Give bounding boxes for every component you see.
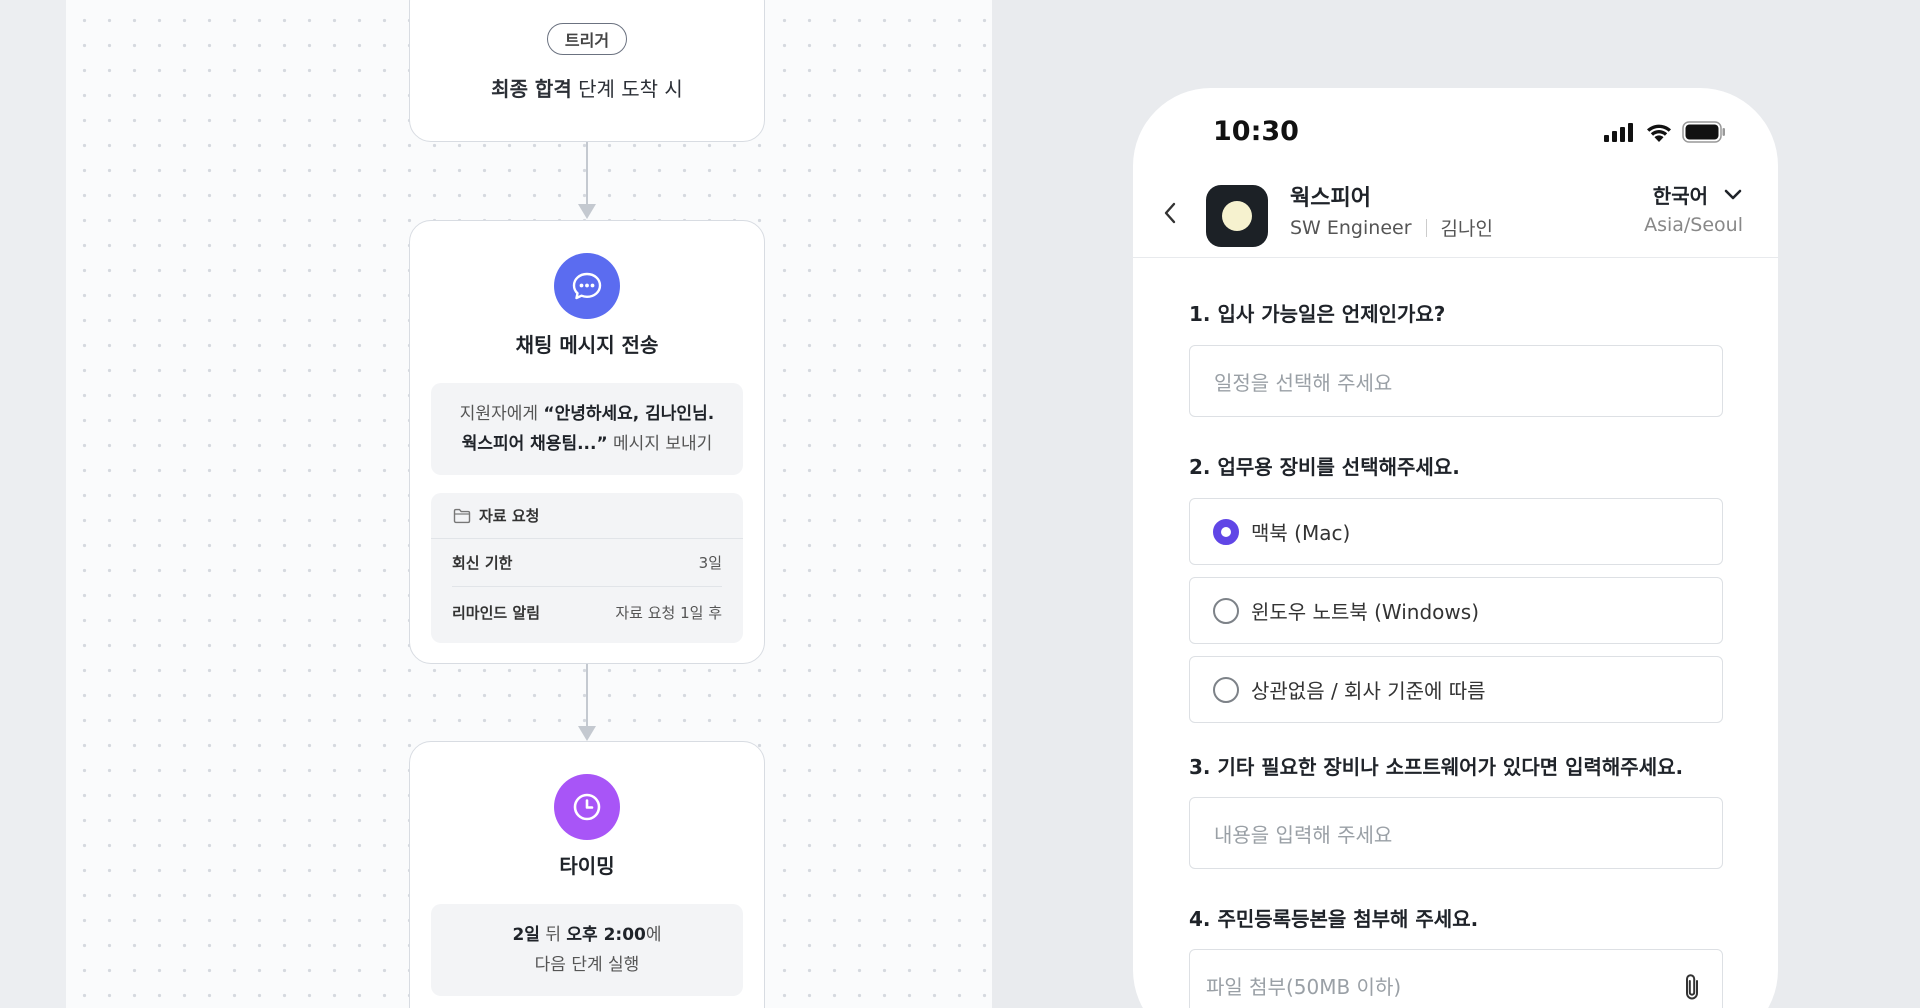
divider <box>1425 218 1427 237</box>
reminder-value: 자료 요청 1일 후 <box>615 603 722 622</box>
trigger-stage: 최종 합격 <box>491 77 572 101</box>
timing-mid: 뒤 <box>539 925 567 945</box>
back-button[interactable] <box>1157 200 1183 226</box>
trigger-condition: 최종 합격 단계 도착 시 <box>410 73 764 102</box>
start-date-picker[interactable]: 일정을 선택해 주세요 <box>1189 345 1723 417</box>
company-name: 웍스피어 <box>1290 186 1371 211</box>
battery-icon <box>1682 121 1725 143</box>
chevron-left-icon <box>1164 202 1176 224</box>
signal-icon <box>1604 123 1633 142</box>
message-greeting: “안녕하세요, 김나인님. <box>543 404 715 424</box>
position-info: SW Engineer 김나인 <box>1290 214 1493 241</box>
question-2-label: 2. 업무용 장비를 선택해주세요. <box>1189 455 1460 479</box>
status-icons <box>1604 121 1726 143</box>
reply-deadline-value: 3일 <box>698 554 722 572</box>
chevron-down-icon <box>1724 189 1742 199</box>
document-request-header: 자료 요청 <box>431 493 743 539</box>
chat-bubble-icon <box>554 253 620 319</box>
connector-arrow <box>578 204 596 219</box>
trigger-suffix: 단계 도착 시 <box>571 77 683 101</box>
folder-icon <box>453 508 471 523</box>
chat-message-node[interactable]: 채팅 메시지 전송 지원자에게 “안녕하세요, 김나인님. 웍스피어 채용팀..… <box>409 220 765 664</box>
left-gutter <box>0 0 66 1008</box>
reminder-label: 리마인드 알림 <box>452 603 541 622</box>
status-time: 10:30 <box>1213 116 1299 147</box>
file-attach-placeholder: 파일 첨부(50MB 이하) <box>1206 974 1402 999</box>
connector-line <box>586 664 588 726</box>
radio-unselected[interactable] <box>1213 676 1239 703</box>
radio-unselected[interactable] <box>1213 597 1239 624</box>
candidate-name: 김나인 <box>1440 218 1493 240</box>
chat-node-title: 채팅 메시지 전송 <box>515 333 659 357</box>
company-logo <box>1206 185 1268 247</box>
wifi-icon <box>1647 124 1671 142</box>
app-header: 웍스피어 SW Engineer 김나인 한국어 Asia/Seoul <box>1133 168 1778 258</box>
message-suffix: 메시지 보내기 <box>607 434 713 454</box>
paperclip-icon[interactable] <box>1682 972 1702 1002</box>
device-option-label: 상관없음 / 회사 기준에 따름 <box>1251 679 1486 703</box>
device-option-any[interactable]: 상관없음 / 회사 기준에 따름 <box>1189 656 1723 723</box>
timezone-label: Asia/Seoul <box>1644 214 1743 236</box>
trigger-node[interactable]: 트리거 최종 합격 단계 도착 시 <box>409 0 765 142</box>
timing-delay: 2일 <box>512 925 540 945</box>
message-preview: 지원자에게 “안녕하세요, 김나인님. 웍스피어 채용팀...” 메시지 보내기 <box>431 383 743 475</box>
document-request-box: 자료 요청 회신 기한 3일 리마인드 알림 자료 요청 1일 후 <box>431 493 743 643</box>
timing-node[interactable]: 타이밍 2일 뒤 오후 2:00에 다음 단계 실행 <box>409 741 765 1008</box>
connector-line <box>586 142 588 204</box>
timing-summary: 2일 뒤 오후 2:00에 다음 단계 실행 <box>431 904 743 996</box>
workflow-canvas[interactable]: 트리거 최종 합격 단계 도착 시 채팅 메시지 전송 지원자에게 “안녕하세요… <box>66 0 992 1008</box>
phone-mockup: 10:30 웍스피어 SW Engineer 김나인 한국어 Asia/Seou… <box>1133 88 1778 1008</box>
clock-icon <box>554 774 620 840</box>
document-request-title: 자료 요청 <box>479 507 540 525</box>
device-option-label: 맥북 (Mac) <box>1251 521 1351 545</box>
job-role: SW Engineer <box>1290 216 1412 239</box>
question-1-label: 1. 입사 가능일은 언제인가요? <box>1189 302 1446 326</box>
reply-deadline-label: 회신 기한 <box>452 554 513 572</box>
timing-node-title: 타이밍 <box>559 854 615 878</box>
trigger-tag: 트리거 <box>547 23 627 55</box>
file-attach-field[interactable]: 파일 첨부(50MB 이하) <box>1189 949 1723 1008</box>
message-prefix: 지원자에게 <box>459 404 544 424</box>
timing-action: 다음 단계 실행 <box>534 955 640 975</box>
reply-deadline-row: 회신 기한 3일 <box>452 539 722 587</box>
timing-time: 오후 2:00 <box>566 925 646 945</box>
device-option-windows[interactable]: 윈도우 노트북 (Windows) <box>1189 577 1723 644</box>
language-selector[interactable]: 한국어 <box>1653 180 1742 209</box>
extra-equipment-input[interactable]: 내용을 입력해 주세요 <box>1189 797 1723 869</box>
question-4-label: 4. 주민등록등본을 첨부해 주세요. <box>1189 907 1479 931</box>
device-option-mac[interactable]: 맥북 (Mac) <box>1189 498 1723 565</box>
language-label: 한국어 <box>1652 184 1708 208</box>
timing-suffix: 에 <box>645 925 662 945</box>
device-option-label: 윈도우 노트북 (Windows) <box>1251 600 1479 624</box>
connector-arrow <box>578 726 596 741</box>
reminder-row: 리마인드 알림 자료 요청 1일 후 <box>452 588 722 636</box>
radio-selected[interactable] <box>1213 518 1239 545</box>
question-3-label: 3. 기타 필요한 장비나 소프트웨어가 있다면 입력해주세요. <box>1189 755 1684 779</box>
message-team: 웍스피어 채용팀...” <box>461 434 608 454</box>
